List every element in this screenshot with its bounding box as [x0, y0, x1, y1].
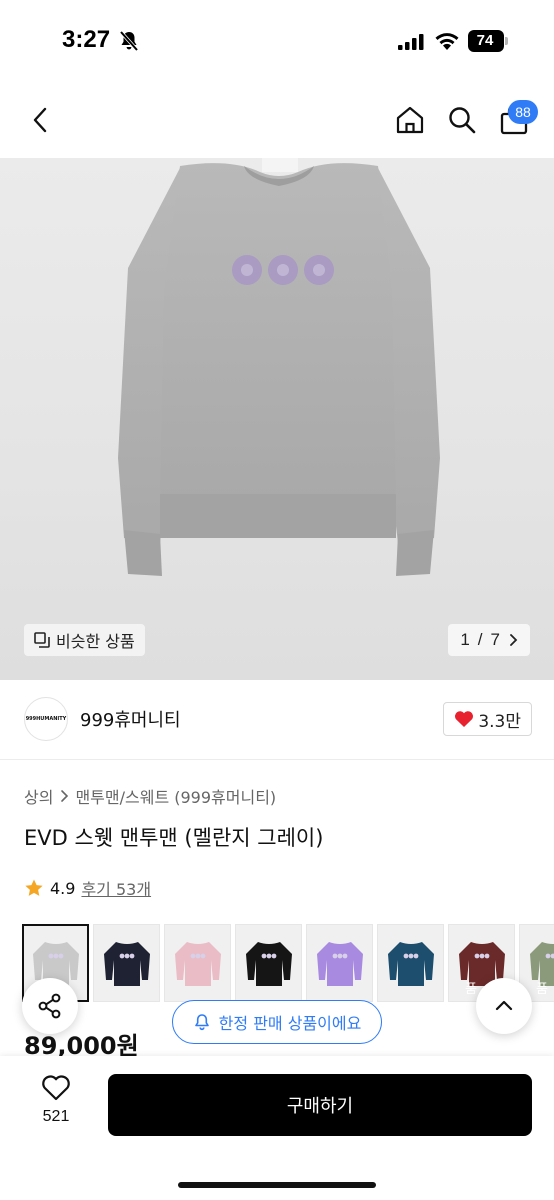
heart-outline-icon — [42, 1075, 70, 1101]
limited-sale-text: 한정 판매 상품이에요 — [218, 1014, 362, 1033]
heart-filled-icon — [455, 711, 474, 727]
color-thumbnail[interactable] — [377, 924, 444, 1002]
image-page-indicator[interactable]: 1 / 7 — [448, 624, 530, 656]
top-nav — [0, 80, 554, 158]
current-image-index: 1 — [460, 630, 470, 649]
brand-logo[interactable]: 999HUMANITY — [24, 697, 68, 741]
page-separator: / — [477, 630, 483, 649]
thumbnail-label: 품 — [536, 982, 548, 997]
chevron-right-icon — [510, 634, 518, 646]
home-icon — [396, 106, 424, 134]
share-icon — [38, 993, 61, 1019]
search-button[interactable] — [442, 100, 482, 140]
limited-sale-notice: 한정 판매 상품이에요 — [172, 1000, 382, 1044]
rating-score: 4.9 — [50, 878, 76, 898]
wishlist-count: 521 — [42, 1108, 70, 1125]
search-icon — [449, 107, 476, 134]
sweatshirt-thumbnail-image — [103, 942, 150, 986]
color-thumbnail[interactable] — [235, 924, 302, 1002]
product-image-gallery[interactable]: 비슷한 상품 1 / 7 — [0, 158, 554, 680]
back-button[interactable] — [22, 100, 58, 140]
battery-icon: 74 — [468, 30, 508, 52]
layers-icon — [34, 632, 50, 648]
rating-row: 4.9 후기 53개 — [24, 876, 151, 900]
battery-level: 74 — [476, 32, 494, 49]
sweatshirt-thumbnail-image — [245, 942, 292, 986]
brand-logo-text: 999HUMANITY — [25, 716, 67, 722]
chevron-left-icon — [33, 107, 47, 133]
bell-icon — [194, 1014, 209, 1031]
brand-like-button[interactable]: 3.3만 — [443, 702, 532, 736]
breadcrumb-subcategory[interactable]: 맨투맨/스웨트 (999휴머니티) — [75, 784, 276, 808]
sweatshirt-thumbnail-image — [174, 942, 221, 986]
color-thumbnail[interactable] — [93, 924, 160, 1002]
color-thumbnail[interactable] — [306, 924, 373, 1002]
brand-row: 999HUMANITY 999휴머니티 3.3만 — [0, 690, 554, 760]
wifi-icon — [435, 33, 459, 50]
brand-like-count: 3.3만 — [478, 711, 521, 732]
buy-button[interactable]: 구매하기 — [108, 1074, 532, 1136]
brand-name[interactable]: 999휴머니티 — [80, 706, 181, 732]
total-image-count: 7 — [490, 630, 500, 649]
cell-signal-icon — [398, 34, 424, 50]
sweatshirt-photo — [118, 158, 440, 576]
color-thumbnail[interactable] — [164, 924, 231, 1002]
status-bar: 3:27 74 — [0, 0, 554, 80]
scroll-to-top-button[interactable] — [476, 978, 532, 1034]
sweatshirt-thumbnail-image — [387, 942, 434, 986]
cart-count-badge: 88 — [508, 100, 538, 124]
status-time: 3:27 — [62, 26, 111, 53]
bottom-action-bar: 521 구매하기 — [0, 1056, 554, 1200]
chevron-up-icon — [495, 1000, 513, 1011]
home-indicator — [178, 1182, 376, 1188]
sweatshirt-thumbnail-image — [316, 942, 363, 986]
star-icon — [25, 879, 43, 896]
bell-off-icon — [119, 30, 139, 52]
wishlist-button[interactable]: 521 — [30, 1074, 82, 1126]
color-options: 품품 — [22, 924, 554, 1004]
similar-products-label: 비슷한 상품 — [56, 632, 135, 651]
share-button[interactable] — [22, 978, 78, 1034]
similar-products-button[interactable]: 비슷한 상품 — [24, 624, 145, 656]
breadcrumb-category[interactable]: 상의 — [24, 784, 53, 808]
breadcrumb: 상의 맨투맨/스웨트 (999휴머니티) — [24, 784, 276, 808]
chevron-right-icon — [61, 790, 69, 802]
thumbnail-label: 품 — [465, 982, 477, 997]
product-title: EVD 스웻 맨투맨 (멜란지 그레이) — [24, 826, 324, 850]
review-count-link[interactable]: 후기 53개 — [81, 876, 151, 900]
home-button[interactable] — [390, 100, 430, 140]
